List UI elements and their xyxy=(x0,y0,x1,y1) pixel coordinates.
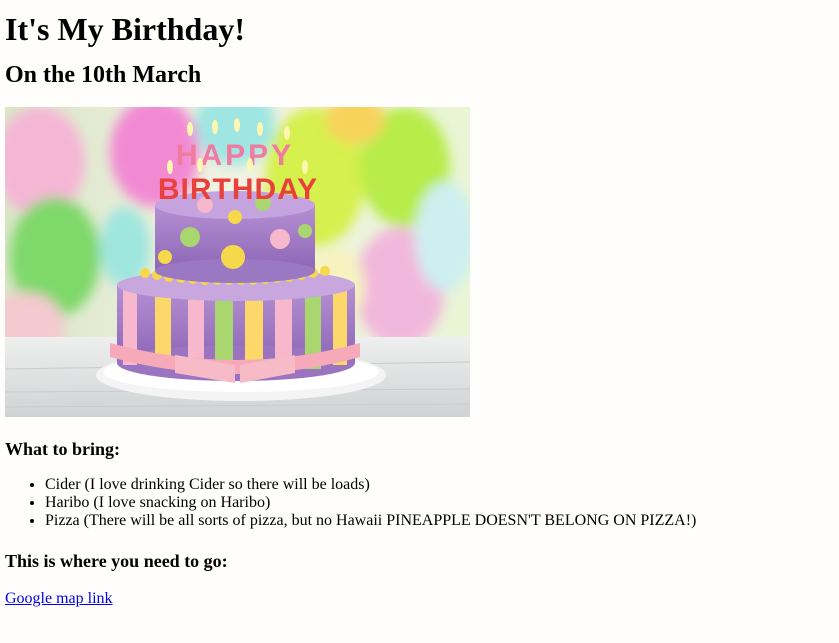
bring-title: What to bring: xyxy=(5,439,121,459)
google-map-link[interactable]: Google map link xyxy=(5,590,113,607)
page-subtitle: On the 10th March xyxy=(5,62,202,88)
link-paragraph: Google map link xyxy=(5,590,834,608)
candle-text-bottom: BIRTHDAY xyxy=(158,173,318,206)
birthday-cake-image: HAPPY BIRTHDAY xyxy=(5,107,470,417)
list-item: Pizza (There will be all sorts of pizza,… xyxy=(45,512,834,530)
location-title: This is where you need to go: xyxy=(5,551,228,571)
candle-text-top: HAPPY xyxy=(176,139,294,172)
page-title: It's My Birthday! xyxy=(5,11,245,47)
list-item: Cider (I love drinking Cider so there wi… xyxy=(45,476,834,494)
page: It's My Birthday! On the 10th March HAPP… xyxy=(0,11,839,608)
list-item: Haribo (I love snacking on Haribo) xyxy=(45,494,834,512)
bring-list: Cider (I love drinking Cider so there wi… xyxy=(5,476,834,530)
